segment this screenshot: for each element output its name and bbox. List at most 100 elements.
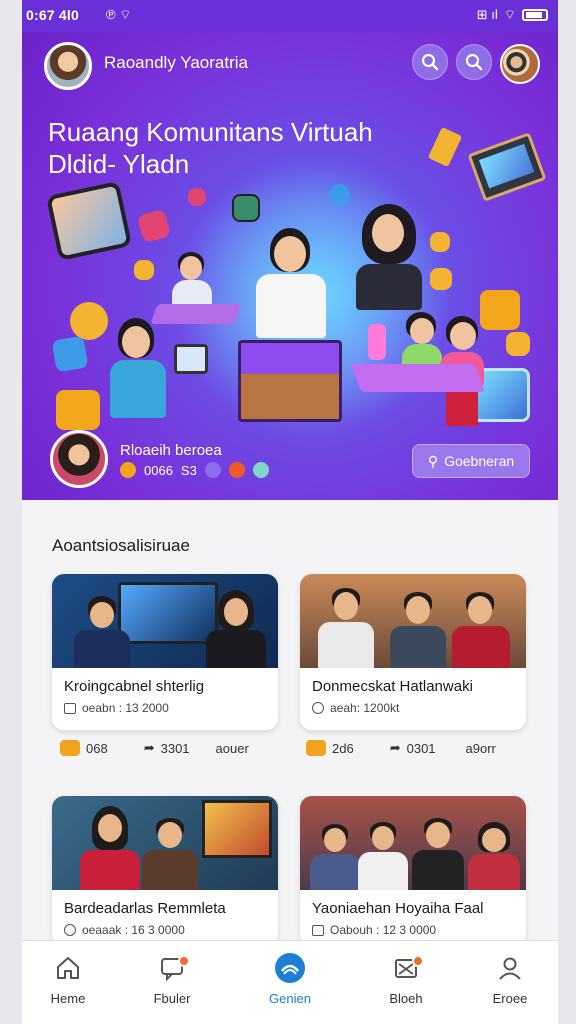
event-card[interactable]: Bardeadarlas Remmleta oeaaak : 16 3 0000 (52, 796, 278, 946)
notification-icon: ℗ (106, 7, 120, 22)
wifi-icon: ⌔ (119, 7, 132, 22)
user-avatar[interactable] (44, 42, 92, 90)
app-title: Raoandly Yaoratria (104, 53, 248, 72)
thumbnail-person (142, 812, 198, 890)
notification-badge (178, 955, 190, 967)
illustration-tablet (174, 344, 208, 374)
clock-icon (64, 924, 76, 936)
floating-tile (430, 232, 450, 252)
calendar-icon (312, 924, 324, 936)
notification-badge (412, 955, 424, 967)
thumbnail-person (358, 818, 408, 890)
event-meta: oeabn : 13 2000 (52, 695, 278, 715)
coin-icon (120, 462, 136, 478)
nav-home-label: Heme (50, 991, 86, 1006)
search-icon (465, 53, 483, 71)
thumbnail-person (468, 820, 520, 890)
event-title: Yaoniaehan Hoyaiha Faal (312, 900, 484, 917)
illustration-person (256, 228, 326, 348)
thumbnail-person (206, 586, 266, 668)
event-thumbnail (300, 574, 526, 668)
home-icon (57, 957, 79, 979)
illustration-lamp (368, 324, 386, 360)
share-icon: ➦ (143, 740, 155, 755)
calendar-icon (64, 702, 76, 714)
illustration-person (110, 318, 166, 428)
event-thumbnail (52, 796, 278, 890)
floating-laptop-icon (467, 132, 547, 202)
floating-tile (188, 188, 206, 206)
host-count: 0066 (144, 462, 173, 478)
share-stat[interactable]: ➦ 0301 (390, 740, 436, 756)
share-count: 0301 (406, 740, 436, 756)
event-card[interactable]: Donmecskat Hatlanwaki aeah: 1200kt (300, 574, 526, 730)
event-meta-text: oeaaak : 16 3 0000 (82, 923, 185, 937)
wave-icon (275, 953, 305, 983)
search-button[interactable] (412, 44, 448, 80)
share-icon: ➦ (389, 740, 401, 755)
floating-tile (136, 208, 172, 244)
thumbnail-person (318, 582, 374, 668)
nav-chat[interactable]: Fbuler (132, 951, 212, 1006)
card-stats: 068 ➦ 3301 aouer (60, 740, 286, 756)
event-meta-text: oeabn : 13 2000 (82, 701, 169, 715)
search-icon (421, 53, 439, 71)
flame-icon (228, 462, 245, 478)
event-card[interactable]: Kroingcabnel shterlig oeabn : 13 2000 (52, 574, 278, 730)
event-meta: oeaaak : 16 3 0000 (52, 917, 278, 937)
nav-active-label: Genien (269, 991, 311, 1006)
search-people-button[interactable] (456, 44, 492, 80)
bottom-navigation: Heme Fbuler Genien Bloeh Eroee (22, 940, 558, 1024)
event-thumbnail (52, 574, 278, 668)
status-right-icons: ⊞ ıl ⌔ (477, 7, 548, 23)
share-stat[interactable]: ➦ 3301 (144, 740, 190, 756)
host-name: Rloaeih beroea (120, 442, 222, 459)
illustration-desk (350, 364, 486, 392)
event-title: Bardeadarlas Remmleta (64, 900, 226, 917)
nav-home[interactable]: Heme (28, 951, 108, 1006)
join-button[interactable]: ⚲ Goebneran (412, 444, 530, 478)
event-title: Kroingcabnel shterlig (64, 678, 205, 695)
host-extra: S3 (180, 462, 197, 478)
floating-tile (232, 194, 260, 222)
host-row: Rloaeih beroea 0066 S3 ⚲ Goebneran (22, 430, 558, 500)
host-meta: 0066 S3 (120, 462, 269, 478)
host-avatar[interactable] (50, 430, 108, 488)
floating-photo-card (45, 181, 133, 261)
profile-icon (499, 957, 521, 980)
floating-tile (480, 290, 520, 330)
floating-tile (328, 184, 350, 206)
illustration-desk (150, 304, 242, 324)
join-label: Goebneran (444, 453, 515, 469)
nav-inbox[interactable]: Bloeh (366, 951, 446, 1006)
tv-shape (202, 800, 272, 858)
thumbnail-person (80, 804, 140, 890)
stat-extra: aouer (215, 740, 249, 756)
thumbnail-person (310, 820, 360, 890)
like-count: 2d6 (332, 740, 354, 756)
stat-extra: a9orr (465, 740, 496, 756)
wifi-status-icon: ⌔ (503, 7, 516, 22)
profile-avatar[interactable] (500, 44, 540, 84)
section-title: Aoantsiosalisiruae (52, 536, 190, 555)
nav-profile[interactable]: Eroee (470, 951, 550, 1006)
event-title: Donmecskat Hatlanwaki (312, 678, 473, 695)
nav-profile-label: Eroee (492, 991, 528, 1006)
nav-active-tab[interactable]: Genien (250, 951, 330, 1006)
status-bar: 0:67 4l0 ℗ ⌔ ⊞ ıl ⌔ (22, 0, 558, 32)
event-card[interactable]: Yaoniaehan Hoyaiha Faal Oabouh : 12 3 00… (300, 796, 526, 946)
like-stat[interactable]: 068 (60, 740, 108, 756)
chat-bubble-icon (204, 462, 221, 478)
like-count: 068 (86, 740, 108, 756)
event-meta: Oabouh : 12 3 0000 (300, 917, 526, 937)
like-icon (306, 740, 326, 756)
hero-banner[interactable]: Raoandly Yaoratria Ruaang Komunitans Vir… (22, 32, 558, 500)
pin-icon: ⚲ (427, 452, 439, 469)
floating-tile (51, 335, 89, 373)
like-icon (60, 740, 80, 756)
event-meta: aeah: 1200kt (300, 695, 526, 715)
like-stat[interactable]: 2d6 (306, 740, 354, 756)
illustration-person (354, 204, 424, 314)
status-left-icons: ℗ ⌔ (106, 7, 131, 23)
signal-icon: ⊞ ıl (476, 7, 498, 22)
